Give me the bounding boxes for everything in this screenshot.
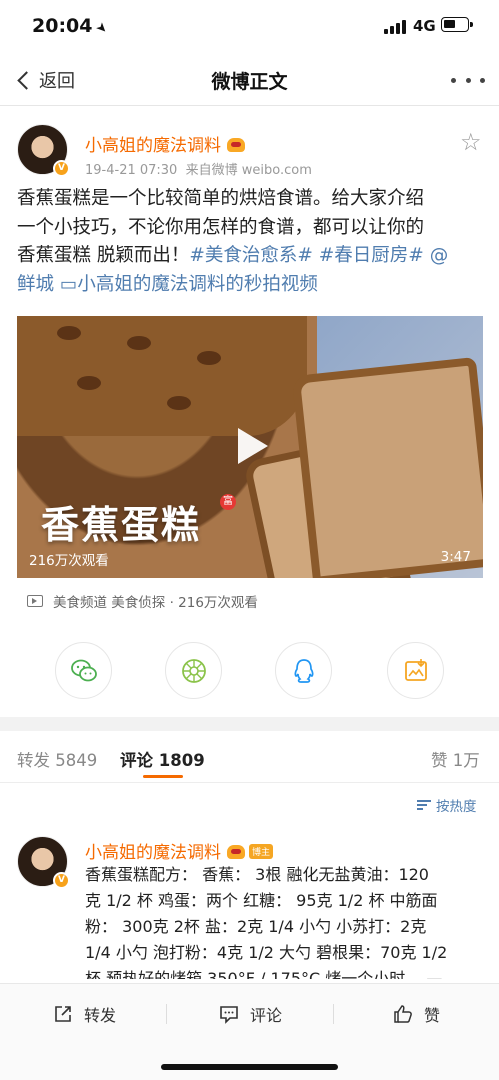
location-arrow-icon: ➤ — [92, 19, 112, 38]
pecan-decoration — [167, 396, 191, 410]
chevron-left-icon — [17, 70, 36, 90]
pecan-decoration — [77, 376, 101, 390]
post-line-3: 香蕉蛋糕 脱颖而出！#美食治愈系# #春日厨房# @ — [17, 242, 487, 271]
post-body: 香蕉蛋糕是一个比较简单的烘焙食谱。给大家介绍 一个小技巧，不论你用怎样的食谱，都… — [17, 185, 487, 299]
save-image-icon — [404, 658, 427, 681]
status-time-text: 20:04 — [32, 15, 93, 37]
video-caption-badge: 富 — [220, 494, 236, 510]
post-line-1: 香蕉蛋糕是一个比较简单的烘焙食谱。给大家介绍 — [17, 188, 425, 209]
post-meta: 19-4-21 07:30 来自微博 weibo.com — [85, 159, 312, 178]
mention-link[interactable]: 鲜城 — [17, 274, 54, 295]
battery-icon — [441, 17, 473, 32]
comment-line: 杯 预热好的烤箱 350°F / 175°C 烤一个小时。 — — [85, 969, 443, 979]
status-time: 20:04➤ — [32, 15, 111, 38]
back-button[interactable]: 返回 — [14, 66, 75, 94]
post-line-3-text: 香蕉蛋糕 脱颖而出！ — [17, 245, 190, 266]
tab-likes[interactable]: 赞 1万 — [431, 747, 480, 771]
tab-reposts[interactable]: 转发 5849 — [17, 747, 97, 771]
verified-v-icon: V — [53, 872, 70, 889]
sort-label: 按热度 — [436, 799, 477, 815]
toolbar-divider — [333, 1004, 334, 1024]
comment-icon — [220, 1006, 238, 1024]
video-link[interactable]: ▭小高姐的魔法调料的秒拍视频 — [60, 274, 318, 295]
tab-reposts-label: 转发 — [17, 751, 50, 770]
video-duration: 3:47 — [440, 549, 471, 565]
comment-line: 粉： 300克 2杯 盐：2克 1/4 小勺 小苏打：2克 — [85, 917, 427, 936]
post-time: 19-4-21 07:30 — [85, 163, 178, 178]
post-source: 来自微博 weibo.com — [185, 163, 312, 178]
status-bar: 20:04➤ 4G — [0, 0, 499, 54]
home-indicator[interactable] — [161, 1064, 338, 1070]
network-label: 4G — [413, 17, 436, 35]
share-moments-button[interactable] — [165, 642, 222, 699]
hashtag-link[interactable]: #美食治愈系# — [189, 245, 313, 266]
sort-by-hot-button[interactable]: 按热度 — [417, 795, 477, 815]
hashtag-link[interactable]: #春日厨房# — [319, 245, 424, 266]
tv-icon — [27, 595, 43, 607]
moments-icon — [181, 658, 206, 683]
qq-icon — [293, 658, 314, 683]
pecan-decoration — [197, 351, 221, 365]
tab-likes-count: 1万 — [452, 751, 480, 770]
mention-link[interactable]: @ — [430, 245, 449, 266]
comment-line: 香蕉蛋糕配方： 香蕉： 3根 融化无盐黄油：120 — [85, 865, 429, 884]
more-options-button[interactable] — [451, 74, 485, 86]
author-name-row[interactable]: 小高姐的魔法调料 — [85, 131, 245, 156]
video-player[interactable]: 香蕉蛋糕 富 216万次观看 3:47 — [17, 316, 483, 578]
video-views: 216万次观看 — [29, 553, 109, 569]
active-tab-indicator — [143, 775, 183, 778]
share-qq-button[interactable] — [275, 642, 332, 699]
repost-icon — [55, 1006, 71, 1022]
engagement-tabs: 转发 5849 评论 1809 赞 1万 — [0, 731, 499, 783]
tab-reposts-count: 5849 — [55, 751, 98, 770]
member-crown-icon — [227, 138, 245, 152]
post-line-2: 一个小技巧，不论你用怎样的食谱，都可以让你的 — [17, 216, 425, 238]
repost-label: 转发 — [84, 1006, 117, 1025]
comment-line: 克 1/2 杯 鸡蛋：两个 红糖： 95克 1/2 杯 中筋面 — [85, 891, 438, 910]
video-camera-icon: ▭ — [59, 273, 78, 295]
avatar[interactable]: V — [17, 124, 70, 177]
pecan-decoration — [127, 336, 151, 350]
wechat-icon — [70, 659, 97, 681]
author-name[interactable]: 小高姐的魔法调料 — [85, 136, 221, 156]
favorite-star-icon[interactable]: ☆ — [460, 128, 482, 156]
comment-label: 评论 — [250, 1006, 283, 1025]
verified-v-icon: V — [53, 160, 70, 177]
repost-button[interactable]: 转发 — [52, 1002, 116, 1026]
like-button[interactable]: 赞 — [392, 1002, 440, 1026]
video-source-line[interactable]: 美食频道 美食侦探 · 216万次观看 — [27, 591, 258, 611]
tab-comments-label: 评论 — [120, 751, 153, 770]
tab-likes-label: 赞 — [431, 751, 448, 770]
member-crown-icon — [227, 845, 245, 859]
comment-body[interactable]: 香蕉蛋糕配方： 香蕉： 3根 融化无盐黄油：120 克 1/2 杯 鸡蛋：两个 … — [85, 862, 485, 979]
comment-avatar[interactable]: V — [17, 836, 70, 889]
sort-icon — [417, 799, 431, 811]
comment-author-name[interactable]: 小高姐的魔法调料 — [85, 843, 221, 863]
pecan-decoration — [57, 326, 81, 340]
share-wechat-button[interactable] — [55, 642, 112, 699]
video-caption: 香蕉蛋糕 — [41, 503, 202, 547]
video-source-text[interactable]: 美食频道 美食侦探 · 216万次观看 — [53, 591, 258, 611]
comment-button[interactable]: 评论 — [218, 1002, 282, 1026]
section-divider — [0, 717, 499, 731]
post-line-4: 鲜城 ▭小高姐的魔法调料的秒拍视频 — [17, 271, 487, 300]
nav-bar: 返回 微博正文 — [0, 54, 499, 106]
tab-comments-count: 1809 — [158, 751, 205, 770]
comment-line: 1/4 小勺 泡打粉：4克 1/2 大勺 碧根果：70克 1/2 — [85, 943, 448, 962]
save-image-button[interactable] — [387, 642, 444, 699]
play-icon[interactable] — [238, 428, 268, 464]
video-link-text[interactable]: 小高姐的魔法调料的秒拍视频 — [77, 274, 318, 295]
toolbar-divider — [166, 1004, 167, 1024]
back-label: 返回 — [39, 71, 75, 92]
signal-icon — [384, 20, 408, 34]
cake-slice-image — [291, 356, 483, 578]
like-label: 赞 — [424, 1006, 441, 1025]
thumbs-up-icon — [394, 1005, 412, 1023]
tab-comments[interactable]: 评论 1809 — [120, 747, 205, 771]
comment-author-row[interactable]: 小高姐的魔法调料 博主 — [85, 838, 274, 863]
author-badge: 博主 — [249, 844, 274, 859]
